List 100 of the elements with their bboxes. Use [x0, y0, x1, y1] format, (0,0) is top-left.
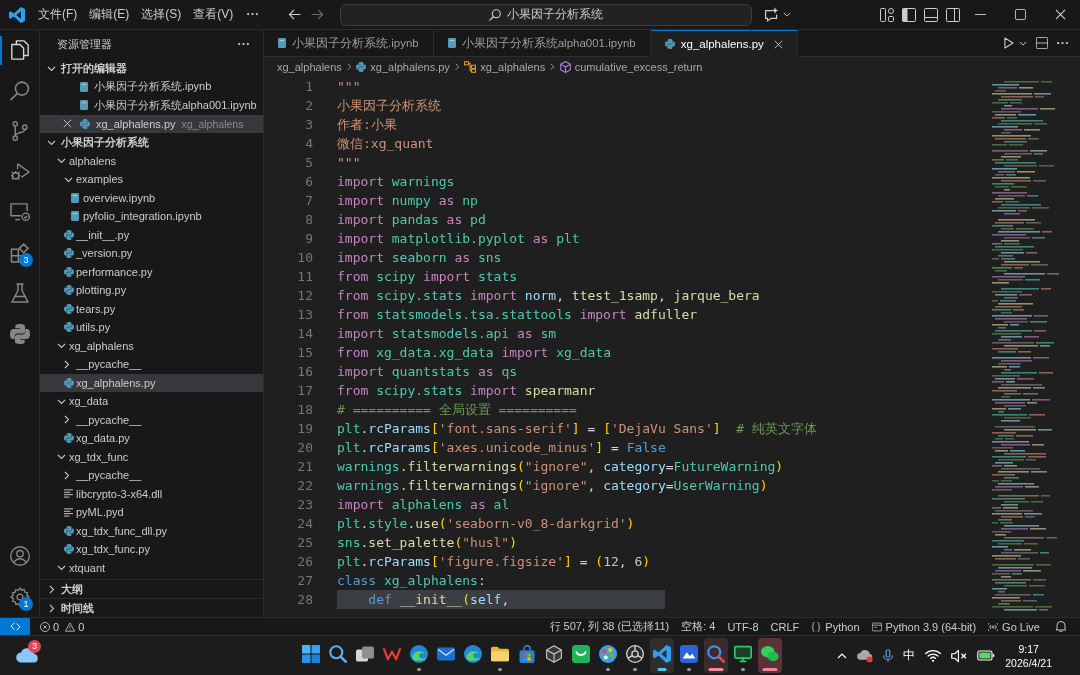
chevron-down-icon[interactable]: [1019, 40, 1027, 46]
section-header[interactable]: 大纲: [40, 579, 263, 598]
play-bug-icon[interactable]: [9, 161, 30, 182]
editor-tab[interactable]: xg_alphalens.py: [650, 30, 798, 57]
tree-item[interactable]: overview.ipynb: [40, 188, 263, 207]
back-arrow-icon[interactable]: [288, 9, 301, 20]
tree-item[interactable]: libcrypto-3-x64.dll: [40, 484, 263, 503]
open-editor-item[interactable]: xg_alphalens.py xg_alphalens: [40, 114, 263, 133]
close-icon[interactable]: [773, 39, 783, 49]
tree-item[interactable]: xg_data: [40, 392, 263, 411]
tree-item[interactable]: alphalens: [40, 151, 263, 170]
chevron-right-icon[interactable]: [64, 359, 70, 369]
chevron-right-icon[interactable]: [64, 470, 70, 480]
tree-item[interactable]: xtquant: [40, 558, 263, 577]
play-icon[interactable]: [1004, 37, 1014, 49]
taskbar-button[interactable]: [703, 638, 728, 673]
chevron-down-icon[interactable]: [783, 12, 791, 17]
status-item[interactable]: 空格: 4: [675, 619, 722, 634]
bell-icon[interactable]: [1056, 621, 1066, 632]
editor-tab[interactable]: 小果因子分析系统alpha001.ipynb: [433, 30, 651, 56]
microphone-icon[interactable]: [883, 648, 894, 663]
problems-status[interactable]: 0 0: [34, 620, 91, 633]
sidebar-right-icon[interactable]: [946, 7, 960, 22]
more-icon[interactable]: [238, 43, 249, 46]
menu-item[interactable]: 编辑(E): [83, 4, 136, 25]
close-icon[interactable]: [63, 119, 72, 129]
taskbar-button[interactable]: [757, 638, 782, 673]
tree-item[interactable]: xg_tdx_func_dll.py: [40, 521, 263, 540]
tree-item[interactable]: pyfolio_integration.ipynb: [40, 207, 263, 226]
status-item[interactable]: UTF-8: [721, 620, 765, 633]
tree-item[interactable]: __init__.py: [40, 225, 263, 244]
split-editor-icon[interactable]: [1036, 37, 1048, 49]
chevron-down-icon[interactable]: [57, 398, 66, 404]
speaker-muted-icon[interactable]: [951, 648, 968, 663]
chevron-down-icon[interactable]: [47, 139, 56, 145]
python-logo-icon[interactable]: [9, 323, 30, 344]
tree-item[interactable]: __pycache__: [40, 410, 263, 429]
tree-item[interactable]: utils.py: [40, 318, 263, 337]
blocks-icon[interactable]: [9, 242, 30, 263]
tree-item[interactable]: xg_alphalens: [40, 336, 263, 355]
monitor-check-icon[interactable]: [9, 202, 30, 223]
taskbar-button[interactable]: [649, 638, 674, 673]
more-icon[interactable]: [247, 13, 259, 16]
clock-date[interactable]: 2026/4/21: [1005, 655, 1052, 670]
breadcrumb[interactable]: xg_alphalens.py: [356, 60, 450, 73]
tree-item[interactable]: xg_data.py: [40, 429, 263, 448]
chevron-right-icon[interactable]: [49, 584, 55, 594]
status-item[interactable]: Go Live: [982, 620, 1046, 633]
status-item[interactable]: CRLF: [764, 620, 806, 633]
minimize-icon[interactable]: [974, 14, 986, 15]
chevron-right-icon[interactable]: [49, 603, 55, 613]
user-icon[interactable]: [9, 546, 30, 567]
tree-item[interactable]: plotting.py: [40, 281, 263, 300]
chevron-down-icon[interactable]: [57, 565, 66, 571]
tree-item[interactable]: __pycache__: [40, 466, 263, 485]
tree-item[interactable]: pyML.pyd: [40, 503, 263, 522]
tree-item[interactable]: _version.py: [40, 244, 263, 263]
section-header[interactable]: 打开的编辑器: [40, 59, 263, 78]
tree-item[interactable]: tears.py: [40, 299, 263, 318]
battery-icon[interactable]: [977, 650, 996, 661]
menu-item[interactable]: 选择(S): [135, 4, 188, 25]
forward-arrow-icon[interactable]: [311, 9, 324, 20]
open-editor-item[interactable]: 小果因子分析系统alpha001.ipynb: [40, 96, 263, 115]
open-editor-item[interactable]: 小果因子分析系统.ipynb: [40, 77, 263, 96]
section-header[interactable]: 小果因子分析系统: [40, 133, 263, 152]
breadcrumb[interactable]: xg_alphalens: [277, 60, 342, 73]
maximize-icon[interactable]: [1014, 9, 1026, 20]
close-icon[interactable]: [1054, 9, 1066, 20]
more-icon[interactable]: [1057, 41, 1068, 45]
breadcrumb[interactable]: xg_alphalens: [464, 60, 546, 73]
clock-time[interactable]: 9:17: [1018, 641, 1039, 656]
chevron-down-icon[interactable]: [47, 65, 56, 71]
status-item[interactable]: Python 3.9 (64-bit): [865, 620, 983, 633]
menu-item[interactable]: 文件(F): [32, 4, 84, 25]
documents-icon[interactable]: [9, 40, 30, 61]
cloud-icon[interactable]: [16, 648, 38, 663]
menu-item[interactable]: 查看(V): [187, 4, 240, 25]
panel-bottom-icon[interactable]: [924, 7, 938, 22]
tree-item[interactable]: examples: [40, 170, 263, 189]
wifi-icon[interactable]: [925, 648, 942, 663]
cloud-error-icon[interactable]: [857, 648, 874, 663]
editor-tab[interactable]: 小果因子分析系统.ipynb: [264, 30, 434, 56]
command-center-search[interactable]: 小果因子分析系统: [340, 3, 752, 26]
chevron-down-icon[interactable]: [64, 176, 73, 182]
chat-sparkle-icon[interactable]: [764, 7, 779, 22]
chevron-down-icon[interactable]: [57, 158, 66, 164]
tree-item[interactable]: xg_tdx_func: [40, 447, 263, 466]
branch-icon[interactable]: [9, 121, 30, 142]
tree-item[interactable]: performance.py: [40, 262, 263, 281]
chevron-right-icon[interactable]: [64, 415, 70, 425]
remote-button[interactable]: [0, 618, 30, 635]
breadcrumb[interactable]: cumulative_excess_return: [559, 60, 703, 73]
status-item[interactable]: Python: [805, 620, 866, 633]
layout-grid-icon[interactable]: [880, 7, 894, 22]
tree-item[interactable]: __pycache__: [40, 355, 263, 374]
tree-item[interactable]: xg_tdx_func.py: [40, 540, 263, 559]
chevron-up-icon[interactable]: [837, 652, 848, 659]
status-item[interactable]: 行 507, 列 38 (已选择11): [543, 619, 676, 634]
sidebar-left-icon[interactable]: [902, 7, 916, 22]
chevron-down-icon[interactable]: [57, 454, 66, 460]
